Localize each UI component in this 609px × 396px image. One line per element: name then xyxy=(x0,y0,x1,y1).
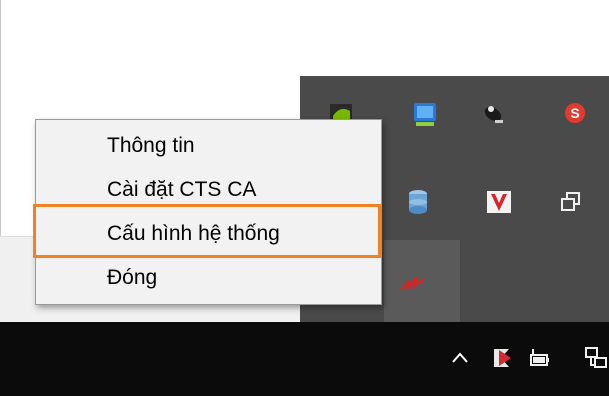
menu-item-dong[interactable]: Đóng xyxy=(36,256,381,300)
svg-text:S: S xyxy=(570,105,579,121)
satellite-dish-icon[interactable] xyxy=(480,100,508,128)
network-icon[interactable] xyxy=(583,345,609,371)
red-v-icon[interactable] xyxy=(485,188,513,216)
menu-item-label: Thông tin xyxy=(107,134,195,157)
chevron-up-icon[interactable] xyxy=(447,345,473,371)
kaspersky-icon[interactable] xyxy=(490,345,516,371)
red-s-icon[interactable]: S xyxy=(561,100,589,128)
battery-icon[interactable] xyxy=(527,345,553,371)
database-icon[interactable] xyxy=(404,188,432,216)
red-signature-icon[interactable] xyxy=(398,268,426,296)
window-copy-icon[interactable] xyxy=(557,188,585,216)
taskbar xyxy=(0,322,609,396)
menu-item-thong-tin[interactable]: Thông tin xyxy=(36,124,381,168)
highlight-box xyxy=(33,204,381,258)
menu-item-label: Cài đặt CTS CA xyxy=(107,178,257,201)
menu-item-label: Đóng xyxy=(107,266,158,289)
monitor-app-icon[interactable] xyxy=(411,100,439,128)
